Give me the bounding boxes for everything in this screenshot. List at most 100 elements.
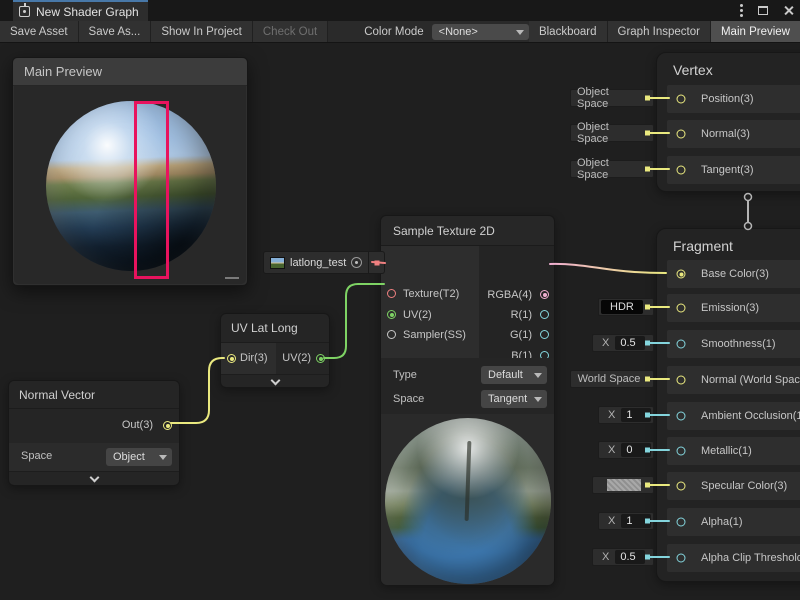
- space-dropdown[interactable]: Object: [106, 448, 172, 466]
- default-input-metallic[interactable]: X 0: [598, 441, 654, 459]
- x-label: X: [602, 337, 609, 349]
- default-input-smoothness[interactable]: X 0.5: [592, 334, 654, 352]
- maximize-icon[interactable]: [758, 6, 768, 15]
- type-dropdown[interactable]: Default: [481, 366, 547, 384]
- node-titlebar[interactable]: Normal Vector: [9, 381, 179, 409]
- port-ambient-occlusion[interactable]: [677, 412, 686, 421]
- main-preview-button[interactable]: Main Preview: [711, 21, 800, 42]
- default-input-specular-color[interactable]: [592, 476, 654, 494]
- port-out-output[interactable]: [163, 421, 172, 430]
- default-input-emission[interactable]: HDR: [598, 298, 654, 316]
- default-input-normal-ws[interactable]: World Space: [570, 370, 654, 388]
- port-specular-color[interactable]: [677, 482, 686, 491]
- chevron-down-icon: [159, 455, 167, 460]
- show-in-project-button[interactable]: Show In Project: [151, 21, 253, 42]
- port-dot: [645, 413, 650, 418]
- vertex-row-tangent: Tangent(3): [667, 156, 800, 184]
- tab-new-shader-graph[interactable]: New Shader Graph: [13, 0, 148, 21]
- blackboard-button[interactable]: Blackboard: [529, 21, 608, 42]
- default-input-normal[interactable]: Object Space: [570, 124, 654, 142]
- default-input-ambient-occlusion[interactable]: X 1: [598, 406, 654, 424]
- collapse-button[interactable]: [221, 374, 329, 389]
- port-uv-input[interactable]: [387, 310, 396, 319]
- resize-grip[interactable]: [225, 277, 239, 279]
- port-smoothness[interactable]: [677, 340, 686, 349]
- fragment-row-base-color: Base Color(3): [667, 260, 800, 288]
- port-uv-output[interactable]: [316, 354, 325, 363]
- port-section: Out(3): [9, 409, 179, 443]
- preview-window-titlebar[interactable]: Main Preview: [13, 58, 247, 86]
- port-label: G(1): [510, 329, 532, 341]
- node-normal-vector[interactable]: Normal Vector Out(3) Space Object: [8, 380, 180, 486]
- port-dot: [645, 519, 650, 524]
- port-label: Position(3): [701, 93, 754, 105]
- node-titlebar[interactable]: UV Lat Long: [221, 314, 329, 343]
- port-label: Alpha(1): [701, 516, 743, 528]
- port-dot: [645, 305, 650, 310]
- port-dir-input[interactable]: [227, 354, 236, 363]
- node-fragment[interactable]: Fragment Base Color(3) Emission(3) Smoot…: [656, 228, 800, 582]
- port-label: Normal(3): [701, 128, 750, 140]
- port-label: Metallic(1): [701, 445, 752, 457]
- default-input-tangent[interactable]: Object Space: [570, 160, 654, 178]
- port-label: Ambient Occlusion(1): [701, 410, 800, 422]
- save-asset-button[interactable]: Save Asset: [0, 21, 79, 42]
- node-title: UV Lat Long: [231, 321, 298, 335]
- shader-graph-window: Vertex Position(3) Normal(3) Tangent(3) …: [0, 0, 800, 600]
- node-vertex[interactable]: Vertex Position(3) Normal(3) Tangent(3): [656, 52, 800, 192]
- port-g-output[interactable]: [540, 330, 549, 339]
- value-field[interactable]: 0.5: [615, 550, 645, 564]
- default-input-alpha[interactable]: X 1: [598, 512, 654, 530]
- node-uv-lat-long[interactable]: UV Lat Long Dir(3) UV(2): [220, 313, 330, 388]
- port-normal[interactable]: [677, 130, 686, 139]
- port-label: Tangent(3): [701, 164, 754, 176]
- kebab-menu-icon[interactable]: [740, 9, 743, 12]
- port-metallic[interactable]: [677, 447, 686, 456]
- node-texture-property[interactable]: latlong_test: [263, 251, 385, 274]
- port-sampler-input[interactable]: [387, 330, 396, 339]
- port-label: Normal (World Space)(3): [701, 374, 800, 386]
- fragment-row-alpha-clip: Alpha Clip Threshold(1): [667, 544, 800, 572]
- default-input-position[interactable]: Object Space: [570, 89, 654, 107]
- port-alpha[interactable]: [677, 518, 686, 527]
- port-position[interactable]: [677, 95, 686, 104]
- x-label: X: [608, 409, 615, 421]
- property-output-section: [368, 252, 384, 273]
- dropdown-value: <None>: [439, 26, 478, 38]
- port-dot: [645, 167, 650, 172]
- port-base-color[interactable]: [677, 270, 686, 279]
- texture-thumbnail: [270, 257, 285, 269]
- port-texture-input[interactable]: [387, 289, 396, 298]
- node-controls: Space Object: [9, 443, 179, 471]
- port-emission[interactable]: [677, 304, 686, 313]
- color-swatch[interactable]: [607, 479, 641, 491]
- node-titlebar[interactable]: Sample Texture 2D: [381, 216, 554, 246]
- space-dropdown[interactable]: Tangent: [481, 390, 547, 408]
- color-mode-label: Color Mode: [356, 21, 431, 42]
- fragment-row-normal-ws: Normal (World Space)(3): [667, 366, 800, 394]
- port-label: Dir(3): [240, 352, 268, 364]
- port-tangent[interactable]: [677, 166, 686, 175]
- save-as-button[interactable]: Save As...: [79, 21, 152, 42]
- port-label: Base Color(3): [701, 268, 769, 280]
- check-out-button[interactable]: Check Out: [253, 21, 328, 42]
- port-rgba-output[interactable]: [540, 290, 549, 299]
- port-dot: [645, 341, 650, 346]
- preview-toggle-icon[interactable]: [351, 257, 362, 268]
- port-dot[interactable]: [374, 260, 379, 265]
- node-sample-texture-2d[interactable]: Sample Texture 2D Texture(T2) UV(2) Samp…: [380, 215, 555, 585]
- port-r-output[interactable]: [540, 310, 549, 319]
- port-alpha-clip-threshold[interactable]: [677, 554, 686, 563]
- value-field[interactable]: 0.5: [615, 336, 645, 350]
- dropdown-value: Default: [488, 369, 523, 381]
- close-icon[interactable]: [783, 5, 794, 16]
- graph-inspector-button[interactable]: Graph Inspector: [608, 21, 711, 42]
- color-mode-dropdown[interactable]: <None>: [432, 24, 529, 40]
- port-normal-world-space[interactable]: [677, 376, 686, 385]
- default-input-alpha-clip[interactable]: X 0.5: [592, 548, 654, 566]
- preview-sphere: [385, 418, 551, 584]
- port-section: Texture(T2) UV(2) Sampler(SS) RGBA(4) R(…: [381, 246, 554, 358]
- main-preview-window[interactable]: Main Preview: [12, 57, 248, 286]
- vertex-row-position: Position(3): [667, 85, 800, 113]
- collapse-button[interactable]: [9, 471, 179, 487]
